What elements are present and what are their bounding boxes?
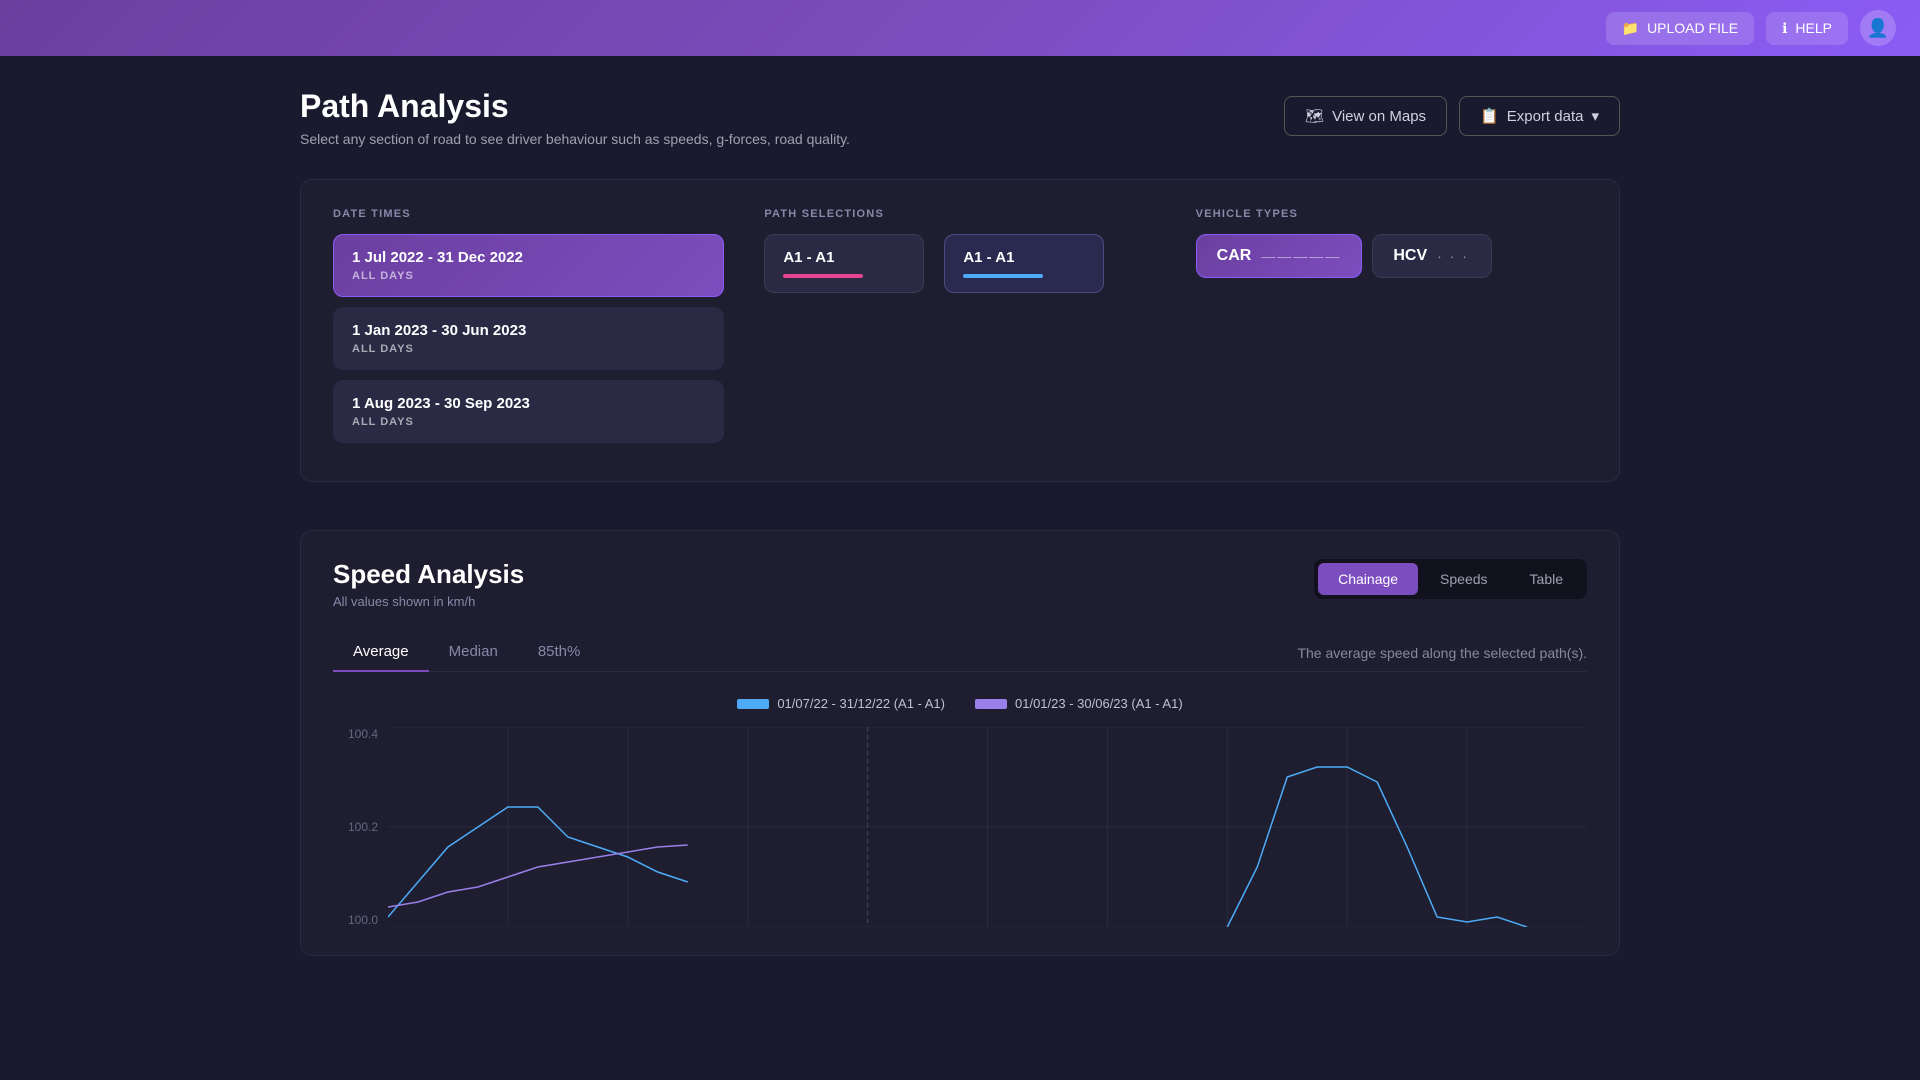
chart-svg <box>388 727 1587 927</box>
legend-label-0: 01/07/22 - 31/12/22 (A1 - A1) <box>777 696 945 711</box>
vehicle-dashes-1: · · · <box>1437 248 1469 264</box>
path-card-title-0: A1 - A1 <box>783 249 905 266</box>
sub-tab-average[interactable]: Average <box>333 633 429 672</box>
date-times-group: DATE TIMES 1 Jul 2022 - 31 Dec 2022 ALL … <box>333 208 724 453</box>
y-label-bot: 100.0 <box>348 913 378 927</box>
page-actions: 🗺 View on Maps 📋 Export data ▾ <box>1284 96 1620 136</box>
sub-tab-median[interactable]: Median <box>429 633 518 672</box>
vehicle-types-group: VEHICLE TYPES CAR ————— HCV · · · <box>1196 208 1587 453</box>
vehicle-card-label-1: HCV <box>1393 247 1427 265</box>
vehicle-card-0[interactable]: CAR ————— <box>1196 234 1363 278</box>
export-label: Export data <box>1507 108 1584 125</box>
legend-item-0: 01/07/22 - 31/12/22 (A1 - A1) <box>737 696 945 711</box>
path-bar-1 <box>963 274 1043 278</box>
path-card-title-1: A1 - A1 <box>963 249 1085 266</box>
vehicle-types-label: VEHICLE TYPES <box>1196 208 1587 220</box>
view-tabs: ChainageSpeedsTable <box>1314 559 1587 599</box>
path-cards-container: A1 - A1 A1 - A1 <box>764 234 1155 293</box>
chart-container: 100.4 100.2 100.0 <box>333 727 1587 927</box>
view-tab-speeds[interactable]: Speeds <box>1420 563 1507 595</box>
help-label: HELP <box>1795 20 1832 36</box>
date-card-sub-1: ALL DAYS <box>352 343 705 355</box>
view-tab-table[interactable]: Table <box>1510 563 1583 595</box>
speed-analysis-section: Speed Analysis All values shown in km/h … <box>300 530 1620 956</box>
view-maps-label: View on Maps <box>1332 108 1426 125</box>
legend-color-0 <box>737 699 769 709</box>
speed-analysis-title: Speed Analysis <box>333 559 524 590</box>
page-subtitle: Select any section of road to see driver… <box>300 131 850 147</box>
path-bar-0 <box>783 274 863 278</box>
date-card-2[interactable]: 1 Aug 2023 - 30 Sep 2023 ALL DAYS <box>333 380 724 443</box>
main-content: Path Analysis Select any section of road… <box>260 56 1660 988</box>
vehicle-cards-container: CAR ————— HCV · · · <box>1196 234 1587 278</box>
maps-icon: 🗺 <box>1305 107 1324 125</box>
date-card-0[interactable]: 1 Jul 2022 - 31 Dec 2022 ALL DAYS <box>333 234 724 297</box>
vehicle-card-1[interactable]: HCV · · · <box>1372 234 1492 278</box>
path-selections-label: PATH SELECTIONS <box>764 208 1155 220</box>
date-card-sub-2: ALL DAYS <box>352 416 705 428</box>
speed-title-area: Speed Analysis All values shown in km/h <box>333 559 524 609</box>
vehicle-dashes-0: ————— <box>1261 248 1341 264</box>
view-tab-chainage[interactable]: Chainage <box>1318 563 1418 595</box>
legend-color-1 <box>975 699 1007 709</box>
page-title: Path Analysis <box>300 88 850 125</box>
date-card-title-0: 1 Jul 2022 - 31 Dec 2022 <box>352 249 705 266</box>
help-icon: ℹ <box>1782 20 1787 37</box>
date-card-title-2: 1 Aug 2023 - 30 Sep 2023 <box>352 395 705 412</box>
vehicle-card-label-0: CAR <box>1217 247 1252 265</box>
upload-file-button[interactable]: 📁 UPLOAD FILE <box>1606 12 1754 45</box>
view-on-maps-button[interactable]: 🗺 View on Maps <box>1284 96 1447 136</box>
sub-tabs-left: AverageMedian85th% <box>333 633 600 671</box>
speed-analysis-subtitle: All values shown in km/h <box>333 594 524 609</box>
speed-description: The average speed along the selected pat… <box>1297 645 1587 671</box>
chart-legend: 01/07/22 - 31/12/22 (A1 - A1) 01/01/23 -… <box>333 696 1587 711</box>
date-times-label: DATE TIMES <box>333 208 724 220</box>
path-selections-group: PATH SELECTIONS A1 - A1 A1 - A1 <box>764 208 1155 453</box>
upload-label: UPLOAD FILE <box>1647 20 1738 36</box>
legend-label-1: 01/01/23 - 30/06/23 (A1 - A1) <box>1015 696 1183 711</box>
upload-icon: 📁 <box>1622 20 1639 37</box>
date-card-1[interactable]: 1 Jan 2023 - 30 Jun 2023 ALL DAYS <box>333 307 724 370</box>
app-header: 📁 UPLOAD FILE ℹ HELP 👤 <box>0 0 1920 56</box>
page-title-area: Path Analysis Select any section of road… <box>300 88 850 147</box>
path-card-1[interactable]: A1 - A1 <box>944 234 1104 293</box>
sub-tab-85th%[interactable]: 85th% <box>518 633 601 672</box>
chevron-down-icon: ▾ <box>1591 107 1599 125</box>
filters-section: DATE TIMES 1 Jul 2022 - 31 Dec 2022 ALL … <box>300 179 1620 482</box>
path-card-0[interactable]: A1 - A1 <box>764 234 924 293</box>
export-icon: 📋 <box>1480 107 1499 125</box>
date-cards-container: 1 Jul 2022 - 31 Dec 2022 ALL DAYS 1 Jan … <box>333 234 724 443</box>
user-avatar[interactable]: 👤 <box>1860 10 1896 46</box>
speed-header: Speed Analysis All values shown in km/h … <box>333 559 1587 609</box>
y-label-top: 100.4 <box>348 727 378 741</box>
page-header: Path Analysis Select any section of road… <box>300 88 1620 147</box>
sub-tabs: AverageMedian85th% The average speed alo… <box>333 633 1587 672</box>
y-label-mid: 100.2 <box>348 820 378 834</box>
legend-item-1: 01/01/23 - 30/06/23 (A1 - A1) <box>975 696 1183 711</box>
chart-y-axis: 100.4 100.2 100.0 <box>333 727 388 927</box>
date-card-title-1: 1 Jan 2023 - 30 Jun 2023 <box>352 322 705 339</box>
export-data-button[interactable]: 📋 Export data ▾ <box>1459 96 1620 136</box>
chart-svg-area <box>388 727 1587 927</box>
help-button[interactable]: ℹ HELP <box>1766 12 1848 45</box>
date-card-sub-0: ALL DAYS <box>352 270 705 282</box>
avatar-icon: 👤 <box>1867 18 1889 39</box>
